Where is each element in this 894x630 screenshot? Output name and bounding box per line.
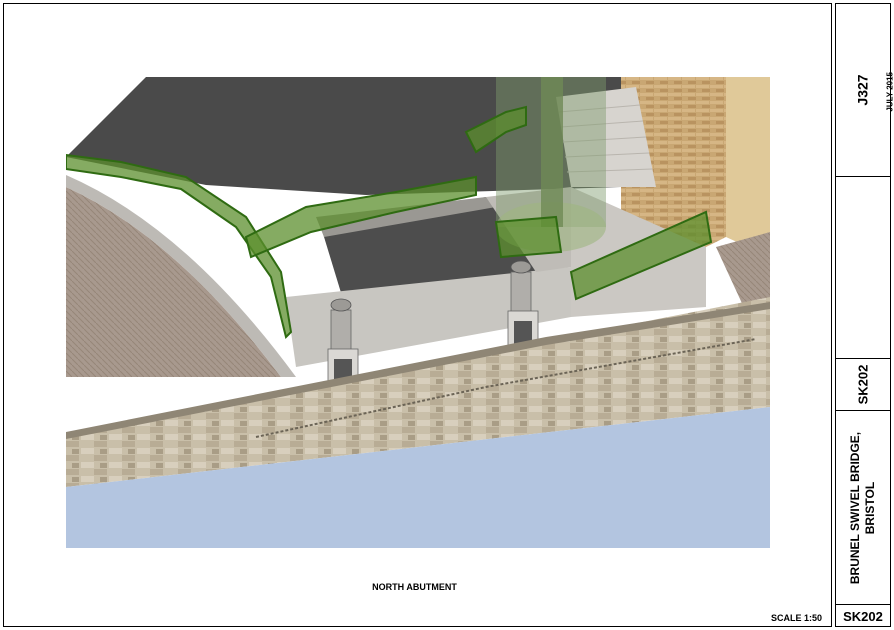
drawing-date: JULY 2015 bbox=[886, 72, 894, 112]
sheet-number-bottom: SK202 bbox=[843, 608, 883, 624]
sheet-cell: SK202 bbox=[836, 359, 890, 411]
drawing-caption: NORTH ABUTMENT bbox=[372, 582, 457, 592]
scale-label: SCALE 1:50 bbox=[770, 613, 822, 623]
project-title: BRUNEL SWIVEL BRIDGE, BRISTOL bbox=[848, 431, 878, 583]
sheet-number-vertical: SK202 bbox=[855, 364, 871, 405]
project-cell: BRUNEL SWIVEL BRIDGE, BRISTOL bbox=[836, 411, 890, 605]
pivot-shaft bbox=[541, 77, 563, 227]
wall-end bbox=[726, 77, 770, 257]
blank-cell bbox=[836, 177, 890, 359]
job-cell: J327 JULY 2015 bbox=[836, 4, 894, 177]
project-title-line1: BRUNEL SWIVEL BRIDGE, bbox=[848, 431, 862, 584]
sheet-cell-bottom: SK202 bbox=[836, 605, 890, 627]
project-title-line2: BRISTOL bbox=[863, 481, 877, 534]
title-block: J327 JULY 2015 SK202 BRUNEL SWIVEL BRIDG… bbox=[835, 3, 894, 627]
job-number: J327 bbox=[855, 74, 871, 106]
north-abutment-render bbox=[66, 77, 770, 548]
